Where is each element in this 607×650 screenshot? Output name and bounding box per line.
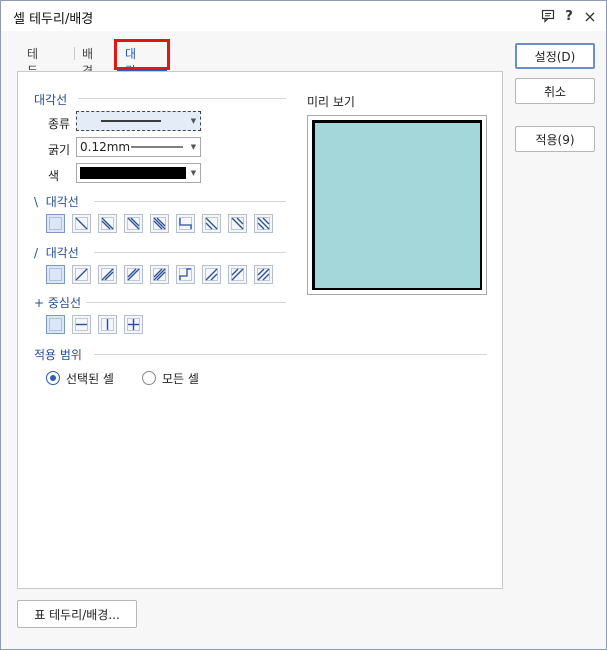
slash-option-8-button[interactable] [254,265,273,284]
tab-divider [74,47,75,60]
apply-button[interactable]: 적용(9) [515,126,595,152]
close-icon[interactable]: × [581,7,599,26]
center-title-text: 중심선 [47,296,82,310]
thickness-label: 굵기 [48,143,71,157]
chevron-down-icon: ▼ [190,143,197,151]
center-option-0-button[interactable] [46,315,65,334]
section-divider [86,302,286,303]
dialog-title: 셀 테두리/배경 [13,12,94,27]
slash-option-6-button[interactable] [202,265,221,284]
slash-title-text: 대각선 [45,246,79,260]
slash-option-1-button[interactable] [72,265,91,284]
line-type-select[interactable]: ▼ [76,111,201,131]
help-icon[interactable]: ? [560,7,578,25]
title-bar: 셀 테두리/배경 ? × [1,1,606,31]
slash-option-4-button[interactable] [150,265,169,284]
backslash-title-text: 대각선 [45,195,79,209]
all-cells-radio[interactable] [142,371,156,385]
backslash-option-0-button[interactable] [46,214,65,233]
slash-option-5-button[interactable] [176,265,195,284]
slash-option-7-button[interactable] [228,265,247,284]
backslash-prefix: \ [34,195,39,209]
chevron-down-icon: ▼ [190,117,197,125]
backslash-option-3-button[interactable] [124,214,143,233]
backslash-option-2-button[interactable] [98,214,117,233]
cell-border-dialog: 셀 테두리/배경 ? × 테두리 배경 대각선 대각선 종류 ▼ 굵기 0.12… [0,0,607,650]
selected-cells-label[interactable]: 선택된 셀 [66,370,114,387]
backslash-option-1-button[interactable] [72,214,91,233]
color-select[interactable]: ▼ [76,163,201,183]
section-divider [94,252,286,253]
ok-button[interactable]: 설정(D) [515,43,595,69]
apply-scope-title: 적용 범위 [34,348,82,362]
cancel-button[interactable]: 취소 [515,78,595,104]
section-divider [94,354,487,355]
center-line-title: + 중심선 [34,294,81,311]
section-divider [94,201,286,202]
slash-option-3-button[interactable] [124,265,143,284]
backslash-option-6-button[interactable] [202,214,221,233]
color-swatch [80,167,186,179]
slash-option-2-button[interactable] [98,265,117,284]
diagonal-section-title: 대각선 [34,93,68,107]
comment-icon[interactable] [539,7,557,25]
table-border-button[interactable]: 표 테두리/배경... [17,600,137,628]
slash-prefix: / [34,246,39,260]
slash-option-0-button[interactable] [46,265,65,284]
all-cells-label[interactable]: 모든 셀 [162,370,199,387]
backslash-option-5-button[interactable] [176,214,195,233]
backslash-diagonal-title: \ 대각선 [34,193,79,210]
line-type-preview [101,120,161,122]
preview-cell [312,120,482,290]
backslash-option-8-button[interactable] [254,214,273,233]
backslash-option-4-button[interactable] [150,214,169,233]
center-prefix: + [34,296,45,310]
center-option-1-button[interactable] [72,315,91,334]
preview-title: 미리 보기 [307,95,355,109]
slash-diagonal-title: / 대각선 [34,244,79,261]
color-label: 색 [48,169,60,183]
tab-highlight-box [114,39,170,70]
selected-cells-radio[interactable] [46,371,60,385]
center-option-2-button[interactable] [98,315,117,334]
center-option-3-button[interactable] [124,315,143,334]
backslash-option-7-button[interactable] [228,214,247,233]
chevron-down-icon: ▼ [190,169,197,177]
diagonal-panel: 대각선 종류 ▼ 굵기 0.12mm ▼ 색 ▼ \ 대각선 / 대각선 + 중… [17,71,503,589]
section-divider [78,98,286,99]
thickness-select[interactable]: 0.12mm ▼ [76,137,201,157]
thickness-line-preview [131,146,183,148]
type-label: 종류 [48,117,71,131]
preview-box [307,115,487,295]
